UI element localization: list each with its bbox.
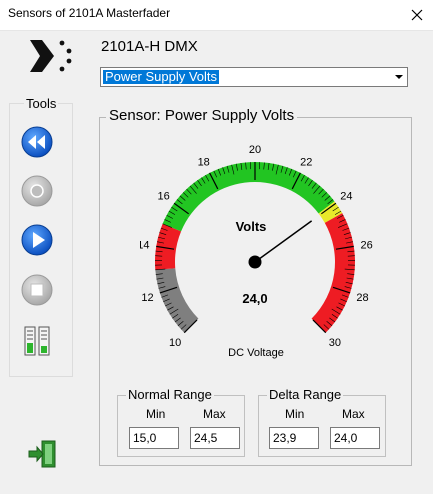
gauge-tick-label: 14 <box>140 239 150 251</box>
gauge-tick-label: 18 <box>198 156 210 168</box>
normal-range-label: Normal Range <box>126 387 214 402</box>
sensor-dropdown-value: Power Supply Volts <box>103 69 220 84</box>
delta-min-field[interactable]: 23,9 <box>269 427 319 449</box>
gauge-tick-label: 22 <box>300 156 312 168</box>
exit-door-icon[interactable] <box>26 438 58 470</box>
record-icon <box>21 175 53 207</box>
gauge-tick-label: 28 <box>356 292 368 304</box>
delta-min-label: Min <box>285 407 305 421</box>
level-meter-icon[interactable] <box>21 325 53 357</box>
delta-range-label: Delta Range <box>267 387 344 402</box>
gauge-tick-label: 12 <box>141 292 153 304</box>
gauge-tick-label: 20 <box>249 144 261 156</box>
delta-max-field[interactable]: 24,0 <box>330 427 380 449</box>
gauge-unit-label: Volts <box>236 219 267 234</box>
gauge-tick-label: 16 <box>157 191 169 203</box>
gauge-hub <box>248 255 262 269</box>
tools-label: Tools <box>24 96 59 111</box>
window-title: Sensors of 2101A Masterfader <box>8 6 171 20</box>
gauge-zone <box>155 268 199 333</box>
normal-max-field[interactable]: 24,5 <box>190 427 240 449</box>
normal-min-label: Min <box>146 407 166 421</box>
gauge-tick-label: 24 <box>340 191 352 203</box>
gauge-caption: DC Voltage <box>228 347 284 359</box>
delta-max-label: Max <box>342 407 365 421</box>
voltage-gauge: 10 12 14 16 18 20 22 24 26 28 30 Volts 24,0 DC Vol… <box>140 144 373 359</box>
sensor-dropdown[interactable]: Power Supply Volts <box>100 67 408 87</box>
chevron-down-icon[interactable] <box>391 68 407 86</box>
gauge-zone <box>311 213 355 333</box>
device-logo-icon <box>30 40 72 72</box>
device-name: 2101A-H DMX <box>101 38 198 55</box>
normal-max-label: Max <box>203 407 226 421</box>
stop-icon <box>21 274 53 306</box>
close-icon[interactable] <box>407 6 427 24</box>
sensor-group-title: Sensor: Power Supply Volts <box>106 107 298 124</box>
play-icon[interactable] <box>21 224 53 256</box>
gauge-value-text: 24,0 <box>242 291 267 306</box>
title-bar: Sensors of 2101A Masterfader <box>0 0 433 31</box>
normal-min-field[interactable]: 15,0 <box>129 427 179 449</box>
gauge-zones <box>155 162 355 333</box>
rewind-icon[interactable] <box>21 126 53 158</box>
gauge-tick-label: 30 <box>329 337 341 349</box>
gauge-tick-label: 26 <box>360 239 372 251</box>
gauge-tick-label: 10 <box>169 337 181 349</box>
